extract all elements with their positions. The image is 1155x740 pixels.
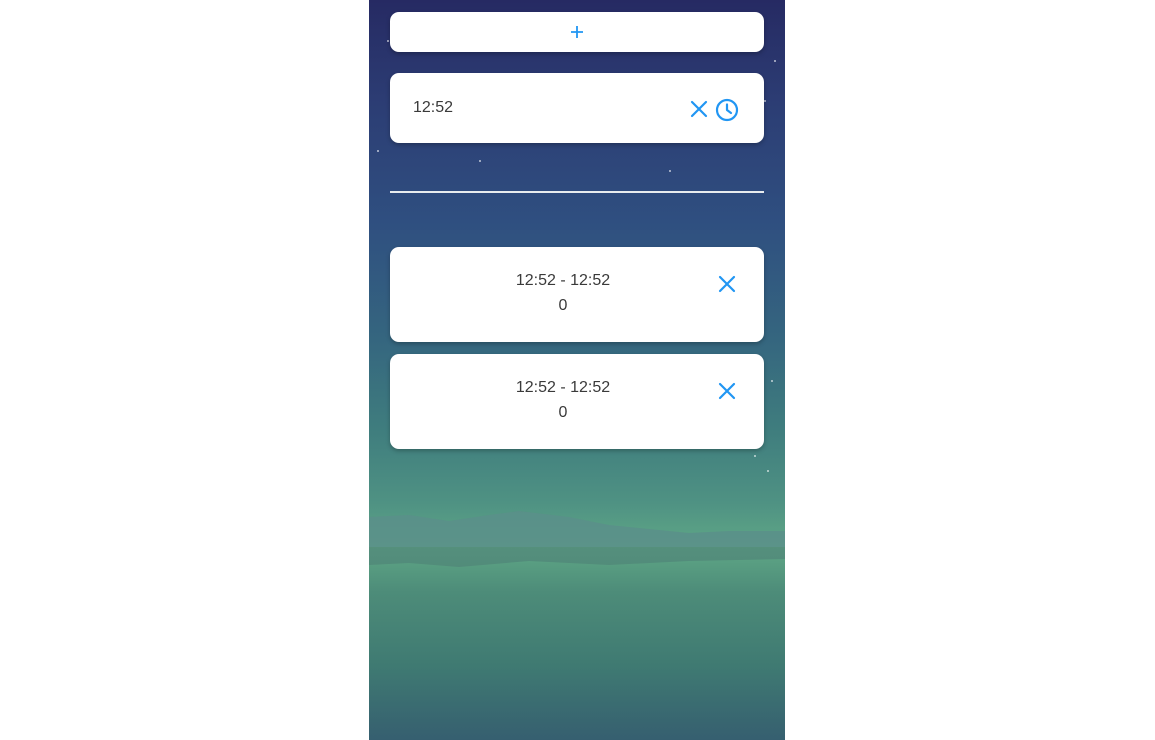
time-picker-button[interactable] bbox=[714, 97, 740, 123]
entry-count: 0 bbox=[558, 297, 568, 314]
add-button[interactable] bbox=[390, 12, 764, 52]
close-icon bbox=[718, 382, 736, 400]
divider bbox=[390, 191, 764, 193]
clear-button[interactable] bbox=[689, 99, 709, 119]
clock-icon bbox=[715, 98, 739, 122]
close-icon bbox=[690, 100, 708, 118]
delete-entry-button[interactable] bbox=[716, 380, 738, 402]
time-entry-card: 12:52 - 12:52 0 bbox=[390, 247, 764, 342]
close-icon bbox=[718, 275, 736, 293]
entry-time-range: 12:52 - 12:52 bbox=[515, 272, 611, 289]
entry-time-range: 12:52 - 12:52 bbox=[515, 379, 611, 396]
app-screen: 12:52 12:52 - 12:52 0 12:52 - 12:52 0 bbox=[369, 0, 785, 740]
plus-icon bbox=[571, 26, 583, 38]
background-mountains bbox=[369, 511, 785, 567]
time-entry-card: 12:52 - 12:52 0 bbox=[390, 354, 764, 449]
delete-entry-button[interactable] bbox=[716, 273, 738, 295]
entry-count: 0 bbox=[558, 404, 568, 421]
time-input-value[interactable]: 12:52 bbox=[413, 99, 453, 117]
time-input-card: 12:52 bbox=[390, 73, 764, 143]
